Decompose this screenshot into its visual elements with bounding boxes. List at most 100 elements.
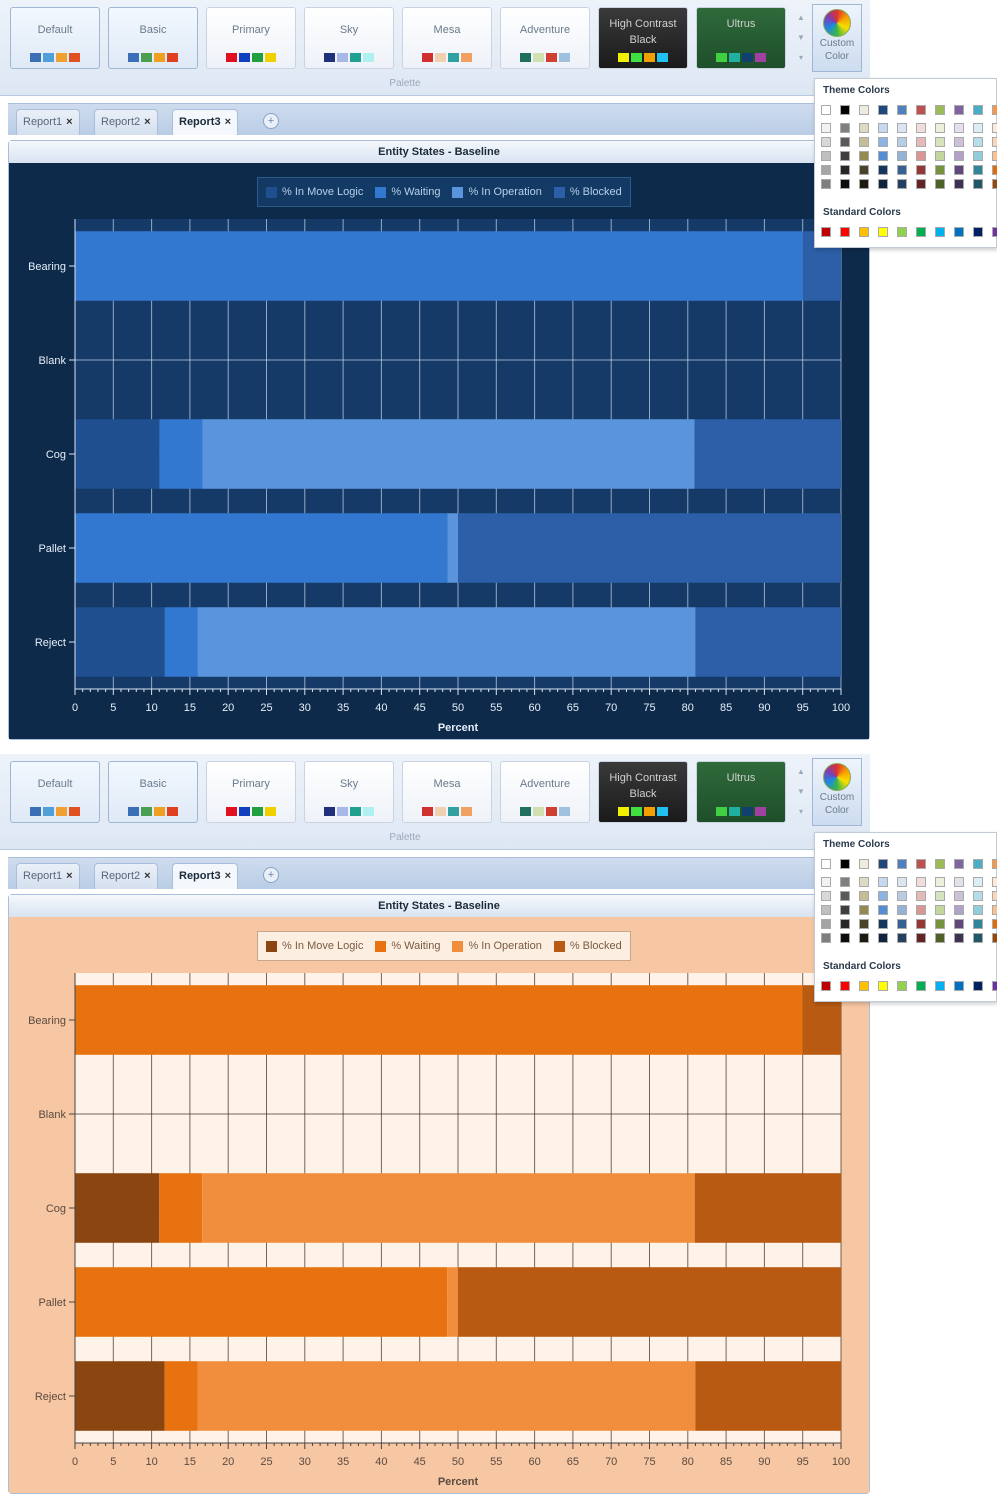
theme-tint-swatch[interactable] [954,919,964,929]
palette-adventure[interactable]: Adventure [500,7,590,69]
theme-tint-swatch[interactable] [935,933,945,943]
palette-mesa[interactable]: Mesa [402,761,492,823]
theme-tint-swatch[interactable] [992,137,997,147]
theme-tint-swatch[interactable] [992,123,997,133]
theme-tint-swatch[interactable] [992,165,997,175]
theme-tint-swatch[interactable] [878,933,888,943]
tab-report3[interactable]: Report3 × [172,863,238,889]
palette-basic[interactable]: Basic [108,761,198,823]
theme-tint-swatch[interactable] [897,179,907,189]
theme-tint-swatch[interactable] [992,179,997,189]
theme-color-swatch[interactable] [897,859,907,869]
standard-color-swatch[interactable] [840,981,850,991]
theme-color-swatch[interactable] [821,859,831,869]
theme-tint-swatch[interactable] [878,165,888,175]
tab-report2[interactable]: Report2 × [94,109,158,135]
theme-color-swatch[interactable] [935,859,945,869]
theme-tint-swatch[interactable] [973,137,983,147]
theme-tint-swatch[interactable] [878,891,888,901]
theme-tint-swatch[interactable] [973,877,983,887]
theme-tint-swatch[interactable] [992,877,997,887]
add-tab-button[interactable]: + [263,113,279,129]
standard-color-swatch[interactable] [897,981,907,991]
close-icon[interactable]: × [144,870,150,882]
theme-color-swatch[interactable] [916,105,926,115]
tab-report3[interactable]: Report3 × [172,109,238,135]
theme-tint-swatch[interactable] [897,123,907,133]
theme-tint-swatch[interactable] [916,877,926,887]
theme-tint-swatch[interactable] [916,123,926,133]
theme-tint-swatch[interactable] [954,179,964,189]
palette-ultrus[interactable]: Ultrus [696,761,786,823]
theme-tint-swatch[interactable] [973,179,983,189]
standard-color-swatch[interactable] [859,981,869,991]
add-tab-button[interactable]: + [263,867,279,883]
theme-tint-swatch[interactable] [916,151,926,161]
tab-report1[interactable]: Report1 × [16,109,80,135]
theme-tint-swatch[interactable] [821,123,831,133]
theme-tint-swatch[interactable] [935,123,945,133]
theme-tint-swatch[interactable] [897,151,907,161]
theme-tint-swatch[interactable] [916,165,926,175]
theme-tint-swatch[interactable] [954,933,964,943]
theme-color-swatch[interactable] [973,859,983,869]
standard-color-swatch[interactable] [840,227,850,237]
theme-color-swatch[interactable] [821,105,831,115]
palette-high-contrast-black[interactable]: High Contrast Black [598,7,688,69]
standard-color-swatch[interactable] [973,981,983,991]
theme-tint-swatch[interactable] [935,137,945,147]
theme-tint-swatch[interactable] [821,877,831,887]
theme-tint-swatch[interactable] [821,151,831,161]
theme-tint-swatch[interactable] [973,151,983,161]
palette-adventure[interactable]: Adventure [500,761,590,823]
standard-color-swatch[interactable] [859,227,869,237]
theme-color-swatch[interactable] [840,105,850,115]
theme-tint-swatch[interactable] [935,179,945,189]
theme-tint-swatch[interactable] [973,905,983,915]
theme-tint-swatch[interactable] [897,905,907,915]
theme-tint-swatch[interactable] [859,137,869,147]
standard-color-swatch[interactable] [897,227,907,237]
standard-color-swatch[interactable] [821,227,831,237]
theme-tint-swatch[interactable] [859,933,869,943]
standard-color-swatch[interactable] [954,227,964,237]
theme-color-swatch[interactable] [878,859,888,869]
theme-tint-swatch[interactable] [840,179,850,189]
theme-tint-swatch[interactable] [859,151,869,161]
standard-color-swatch[interactable] [992,981,997,991]
theme-tint-swatch[interactable] [821,179,831,189]
standard-color-swatch[interactable] [992,227,997,237]
theme-tint-swatch[interactable] [954,905,964,915]
theme-tint-swatch[interactable] [935,877,945,887]
theme-tint-swatch[interactable] [878,137,888,147]
theme-tint-swatch[interactable] [878,905,888,915]
palette-sky[interactable]: Sky [304,7,394,69]
theme-tint-swatch[interactable] [821,137,831,147]
theme-tint-swatch[interactable] [859,919,869,929]
theme-tint-swatch[interactable] [954,165,964,175]
standard-color-swatch[interactable] [916,227,926,237]
theme-tint-swatch[interactable] [878,877,888,887]
theme-tint-swatch[interactable] [840,123,850,133]
gallery-scroll[interactable]: ▲ ▼ ▾ [795,8,807,70]
theme-tint-swatch[interactable] [897,877,907,887]
palette-mesa[interactable]: Mesa [402,7,492,69]
custom-color-button[interactable]: Custom Color [812,4,862,72]
theme-tint-swatch[interactable] [897,919,907,929]
theme-tint-swatch[interactable] [840,877,850,887]
theme-tint-swatch[interactable] [916,179,926,189]
palette-ultrus[interactable]: Ultrus [696,7,786,69]
theme-tint-swatch[interactable] [954,877,964,887]
theme-tint-swatch[interactable] [992,933,997,943]
theme-tint-swatch[interactable] [897,137,907,147]
standard-color-swatch[interactable] [935,227,945,237]
theme-tint-swatch[interactable] [897,165,907,175]
close-icon[interactable]: × [225,116,231,128]
theme-tint-swatch[interactable] [821,905,831,915]
theme-tint-swatch[interactable] [916,905,926,915]
theme-tint-swatch[interactable] [840,891,850,901]
theme-tint-swatch[interactable] [859,179,869,189]
theme-color-swatch[interactable] [897,105,907,115]
close-icon[interactable]: × [66,870,72,882]
theme-tint-swatch[interactable] [840,933,850,943]
